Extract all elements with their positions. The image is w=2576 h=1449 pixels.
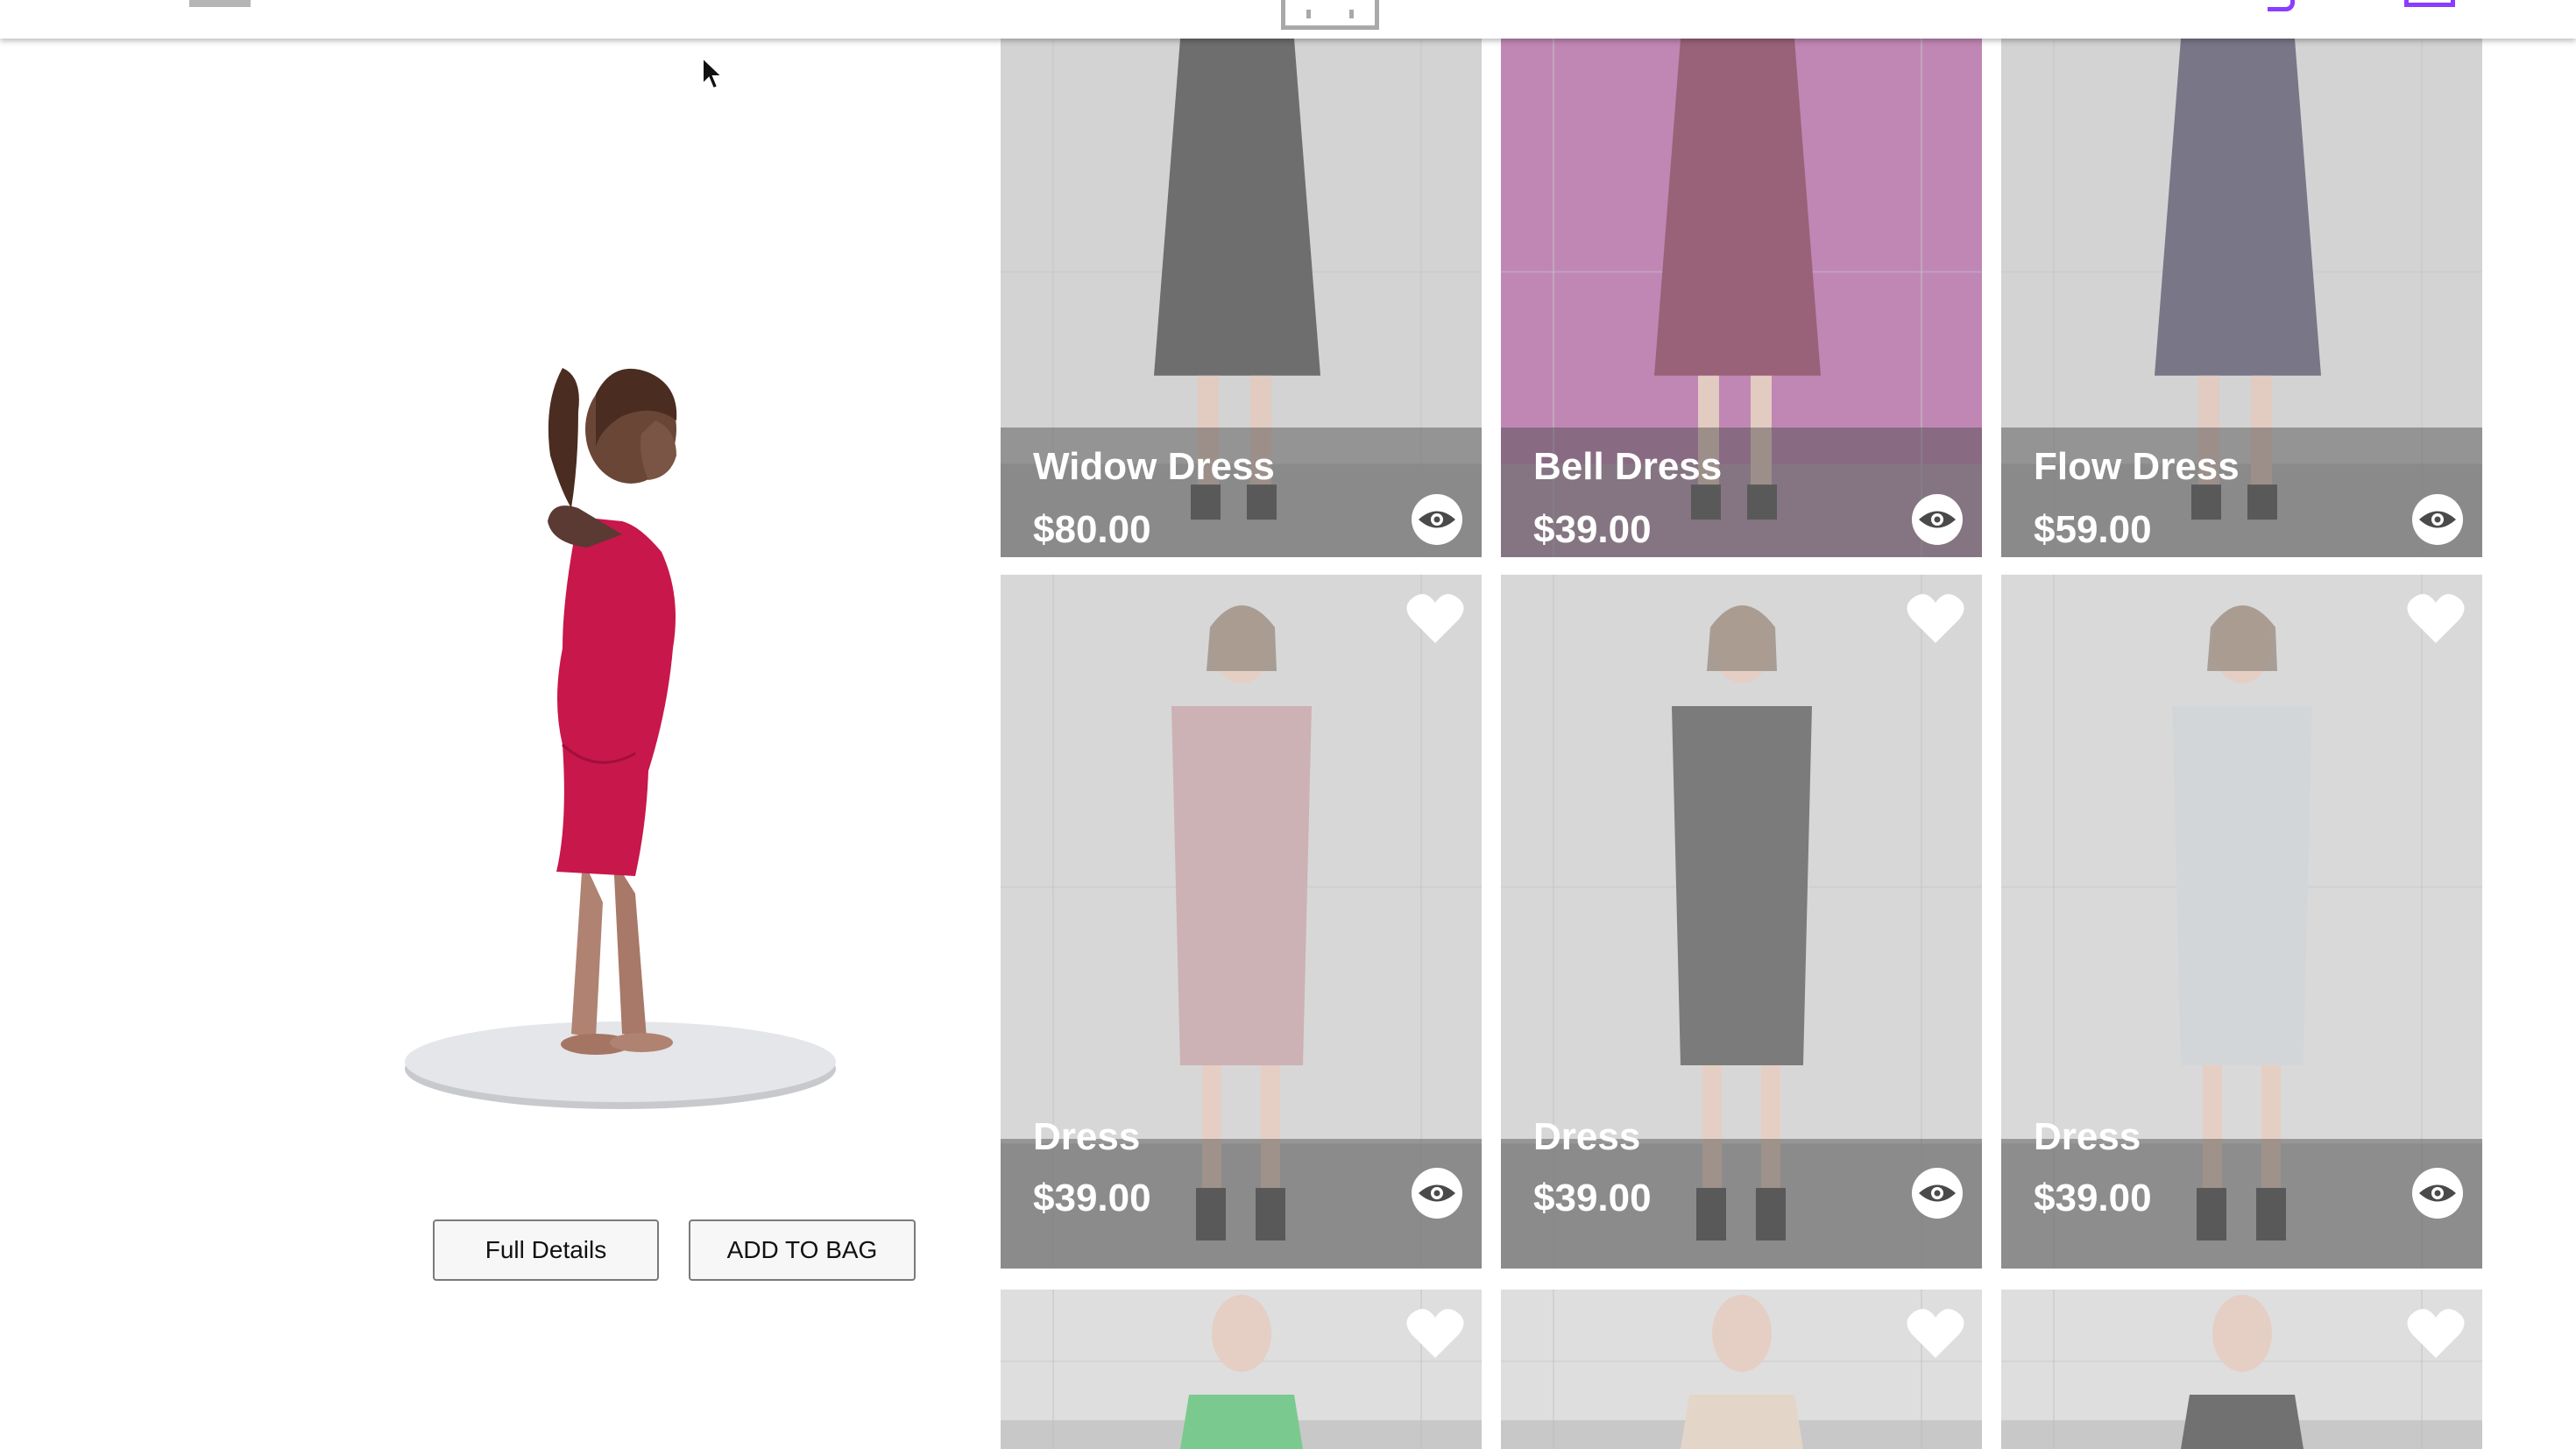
eye-icon[interactable] <box>1410 492 1464 547</box>
heart-icon[interactable] <box>2405 590 2466 647</box>
heart-icon[interactable] <box>2405 1305 2466 1361</box>
product-price: $80.00 <box>1033 508 1151 551</box>
product-grid: Widow Dress $80.00 Bell Dress $39.00 Flow Dr… <box>0 0 2576 1449</box>
eye-icon[interactable] <box>1910 1166 1964 1220</box>
eye-icon[interactable] <box>1910 492 1964 547</box>
product-name[interactable]: Dress <box>1033 1115 1140 1159</box>
product-name[interactable]: Dress <box>1533 1115 1640 1159</box>
product-card[interactable]: Dress $39.00 <box>1001 575 1482 1269</box>
product-price: $39.00 <box>2034 1177 2152 1219</box>
eye-icon[interactable] <box>1410 1166 1464 1220</box>
mouse-cursor-icon <box>702 56 725 90</box>
heart-icon[interactable] <box>1905 1305 1966 1361</box>
heart-icon[interactable] <box>1905 590 1966 647</box>
fit-logo-icon[interactable] <box>1281 0 1379 30</box>
top-header <box>0 0 2576 39</box>
heart-icon[interactable] <box>1405 590 1466 647</box>
shopping-bag-icon[interactable] <box>2404 0 2455 7</box>
product-card[interactable]: Bell Dress $39.00 <box>1501 39 1982 557</box>
product-price: $39.00 <box>1533 508 1652 551</box>
product-card[interactable]: Flow Dress $59.00 <box>2001 39 2482 557</box>
product-price: $39.00 <box>1033 1177 1151 1219</box>
product-name[interactable]: Flow Dress <box>2034 445 2240 489</box>
eye-icon[interactable] <box>2410 1166 2465 1220</box>
product-card[interactable]: Dress $39.00 <box>1501 575 1982 1269</box>
wishlist-icon[interactable] <box>2268 0 2295 11</box>
product-card[interactable] <box>1001 1290 1482 1449</box>
hamburger-menu-icon[interactable] <box>189 0 251 7</box>
product-card[interactable] <box>1501 1290 1982 1449</box>
product-name[interactable]: Widow Dress <box>1033 445 1275 489</box>
product-card[interactable]: Dress $39.00 <box>2001 575 2482 1269</box>
heart-icon[interactable] <box>1405 1305 1466 1361</box>
eye-icon[interactable] <box>2410 492 2465 547</box>
product-price: $39.00 <box>1533 1177 1652 1219</box>
product-name[interactable]: Dress <box>2034 1115 2141 1159</box>
product-name[interactable]: Bell Dress <box>1533 445 1722 489</box>
product-card[interactable] <box>2001 1290 2482 1449</box>
product-price: $59.00 <box>2034 508 2152 551</box>
product-card[interactable]: Widow Dress $80.00 <box>1001 39 1482 557</box>
